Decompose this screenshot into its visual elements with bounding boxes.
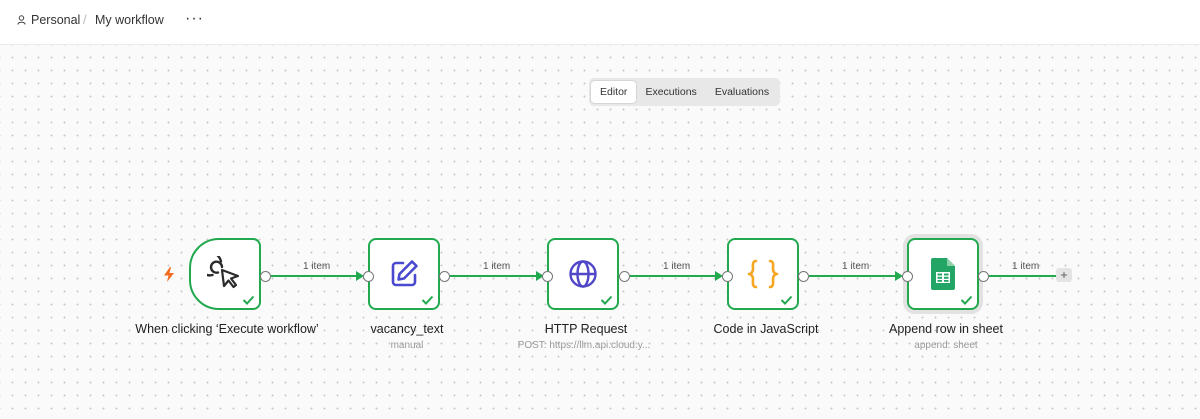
node-vacancy-text[interactable] xyxy=(368,238,440,310)
connection-label-4: 1 item xyxy=(842,261,870,272)
node-title: HTTP Request xyxy=(544,322,628,336)
add-node-button[interactable]: + xyxy=(1056,268,1072,282)
output-port[interactable] xyxy=(439,271,450,282)
input-port[interactable] xyxy=(363,271,374,282)
node-manual-trigger[interactable] xyxy=(189,238,261,310)
output-port[interactable] xyxy=(260,271,271,282)
connection-label-1: 1 item xyxy=(303,261,331,272)
code-braces-icon xyxy=(747,259,779,289)
node-subtitle: append: sheet xyxy=(914,340,978,351)
connection-label-2: 1 item xyxy=(483,261,511,272)
success-check-icon xyxy=(780,295,793,305)
success-check-icon xyxy=(960,295,973,305)
node-title: vacancy_text xyxy=(370,322,444,336)
cursor-click-icon xyxy=(207,256,240,289)
success-check-icon xyxy=(600,295,613,305)
output-port[interactable] xyxy=(619,271,630,282)
input-port[interactable] xyxy=(542,271,553,282)
node-title: Code in JavaScript xyxy=(713,322,819,336)
connection-label-3: 1 item xyxy=(663,261,691,272)
node-append-row-sheet[interactable] xyxy=(907,238,979,310)
output-port[interactable] xyxy=(978,271,989,282)
output-port[interactable] xyxy=(798,271,809,282)
lightning-bolt-icon xyxy=(164,267,174,282)
node-title: Append row in sheet xyxy=(889,322,1003,336)
success-check-icon xyxy=(421,295,434,305)
view-tabs: Editor Executions Evaluations xyxy=(589,78,781,106)
input-port[interactable] xyxy=(902,271,913,282)
tab-editor[interactable]: Editor xyxy=(591,81,637,103)
connection-label-5: 1 item xyxy=(1012,261,1040,272)
pencil-edit-icon xyxy=(391,260,418,287)
input-port[interactable] xyxy=(722,271,733,282)
node-code-javascript[interactable] xyxy=(727,238,799,310)
success-check-icon xyxy=(242,295,255,305)
node-http-request[interactable] xyxy=(547,238,619,310)
tab-evaluations[interactable]: Evaluations xyxy=(706,81,778,103)
tab-executions[interactable]: Executions xyxy=(636,81,705,103)
node-title: When clicking ‘Execute workflow’ xyxy=(135,322,319,336)
node-subtitle: POST: https://llm.api.cloud.y... xyxy=(517,340,651,351)
connection-wires xyxy=(271,271,1056,281)
globe-icon xyxy=(569,260,597,288)
google-sheets-icon xyxy=(931,258,955,290)
